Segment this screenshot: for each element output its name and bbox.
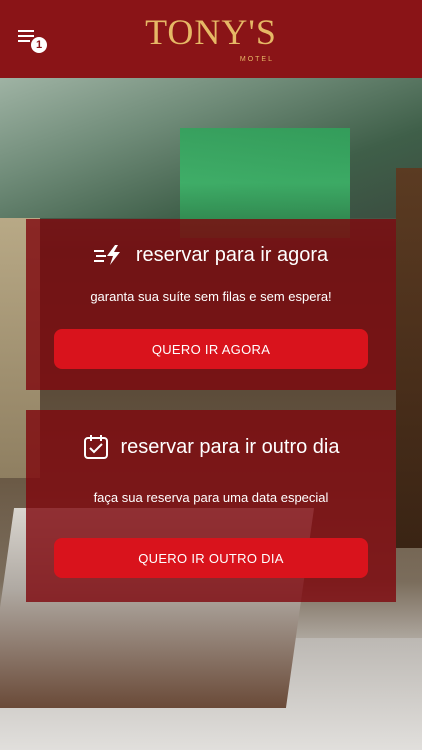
calendar-check-icon: [83, 434, 109, 460]
logo-subtitle: MOTEL: [239, 56, 274, 63]
reserve-now-button[interactable]: QUERO IR AGORA: [54, 329, 368, 369]
app-header: 1 TONY'S MOTEL: [0, 0, 422, 78]
logo: TONY'S MOTEL: [140, 10, 282, 68]
background-wall-right: [396, 168, 422, 548]
notification-badge: 1: [31, 37, 47, 53]
reserve-now-description: garanta sua suíte sem filas e sem espera…: [90, 289, 332, 304]
logo-name: TONY'S: [145, 12, 277, 52]
reserve-now-heading: reservar para ir agora: [26, 241, 396, 269]
reserve-later-title: reservar para ir outro dia: [120, 435, 340, 458]
reserve-later-description: faça sua reserva para uma data especial: [93, 490, 329, 505]
reserve-later-card: reservar para ir outro dia faça sua rese…: [26, 410, 396, 602]
fast-lightning-icon: [93, 244, 124, 266]
reserve-later-button[interactable]: QUERO IR OUTRO DIA: [54, 538, 368, 578]
reserve-now-title: reservar para ir agora: [135, 243, 329, 266]
menu-button[interactable]: 1: [16, 28, 50, 54]
reserve-later-heading: reservar para ir outro dia: [26, 432, 396, 462]
reserve-now-card: reservar para ir agora garanta sua suíte…: [26, 219, 396, 390]
